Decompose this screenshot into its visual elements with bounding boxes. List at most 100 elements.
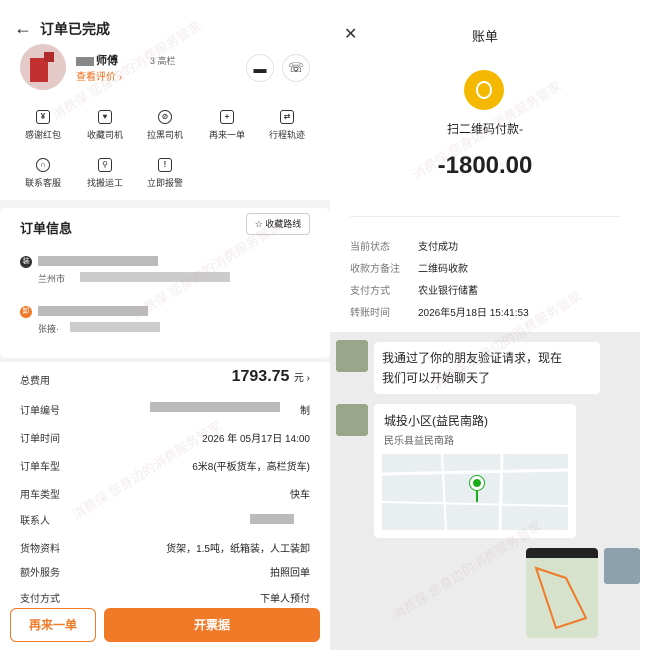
detail-value: 二维码收款 [418,264,468,275]
order-number-mosaic [150,402,280,412]
row-key: 订单车型 [20,462,60,473]
row-key: 订单时间 [20,434,60,445]
detail-value: 农业银行储蓄 [418,286,478,297]
location-title: 城投小区(益民南路) [384,414,488,428]
driver-name-row: 师傅 [76,52,118,68]
redpacket-icon: ¥ [36,110,50,124]
payment-medal-icon [464,70,504,110]
detail-value: 2026年5月18日 15:41:53 [418,308,529,319]
action-label: 找搬运工 [86,178,123,188]
porter-icon: ⚲ [98,158,112,172]
message-line: 我通过了你的朋友验证请求，现在 [382,351,563,365]
end-detail-mosaic [70,322,160,332]
favorite-route-button[interactable]: ☆ 收藏路线 [246,213,310,235]
row-value: 6米8(平板货车，高栏货车) [192,462,310,473]
action-label: 行程轨迹 [268,130,305,140]
route-icon: ⇄ [280,110,294,124]
row-value: 拍照回单 [270,568,310,579]
map-pin-stem [476,490,478,502]
action-find-porter[interactable]: ⚲ 找搬运工 [74,158,136,189]
headset-icon: ∩ [36,158,50,172]
start-address-mosaic [38,256,158,266]
page-title: 订单已完成 [40,21,110,37]
action-route-track[interactable]: ⇄ 行程轨迹 [256,110,318,141]
sender-avatar[interactable] [604,548,640,584]
block-icon: ⊘ [158,110,172,124]
order-detail-panel: ← 订单已完成 师傅 3 高栏 查看评价 › ▬ ☏ ¥ 感谢红包 ♥ 收藏司机 ⊘… [0,0,330,650]
map-pin-icon [470,476,484,490]
view-review-link[interactable]: 查看评价 › [76,68,122,83]
row-value: 下单人预付 [260,594,310,605]
row-value: 快车 [290,490,310,501]
row-value: 2026 年 05月17日 14:00 [202,434,310,445]
start-city: 兰州市 [38,274,66,284]
bookmark-icon: ♥ [98,110,112,124]
detail-key: 收款方备注 [350,264,400,275]
bill-panel: ✕ 账单 扫二维码付款- -1800.00 当前状态 支付成功 收款方备注 二维码收… [330,0,650,650]
contact-avatar[interactable] [336,404,368,436]
bill-title: 账单 [471,29,498,44]
phone-icon[interactable]: ☏ [282,54,310,82]
end-name: 张掖· [38,324,59,334]
action-label: 拉黑司机 [146,130,183,140]
chat-message-bubble[interactable]: 我通过了你的朋友验证请求，现在 我们可以开始聊天了 [374,342,600,394]
bill-amount: -1800.00 [437,152,533,179]
message-line: 我们可以开始聊天了 [382,371,491,385]
divider [350,216,620,217]
action-alarm[interactable]: ! 立即报警 [134,158,196,189]
detail-row: 支付方式 农业银行储蓄 [350,282,478,297]
order-info-title: 订单信息 [20,221,73,236]
row-key: 额外服务 [20,568,60,579]
row-value[interactable]: 制 [300,402,310,417]
action-label: 立即报警 [146,178,183,188]
total-value: 1793.75 [231,368,290,385]
row-key: 支付方式 [20,594,60,605]
payee: 扫二维码付款- [447,122,523,136]
map-screenshot [526,548,598,630]
invoice-button[interactable]: 开票据 [104,608,320,642]
screenshot-composite: ← 订单已完成 师傅 3 高栏 查看评价 › ▬ ☏ ¥ 感谢红包 ♥ 收藏司机 ⊘… [0,0,650,650]
action-thanks-redpacket[interactable]: ¥ 感谢红包 [12,110,74,141]
action-customer-service[interactable]: ∩ 联系客服 [12,158,74,189]
action-block-driver[interactable]: ⊘ 拉黑司机 [134,110,196,141]
detail-key: 支付方式 [350,286,390,297]
row-key: 订单编号 [20,406,60,417]
total-unit: 元 › [293,373,310,384]
start-detail-mosaic [80,272,230,282]
driver-name: 师傅 [96,55,118,67]
back-arrow-icon[interactable]: ← [14,18,32,39]
action-label: 收藏司机 [86,130,123,140]
contact-mosaic [250,514,294,524]
plus-icon: + [220,110,234,124]
detail-row: 收款方备注 二维码收款 [350,260,468,275]
detail-row: 转账时间 2026年5月18日 15:41:53 [350,304,529,319]
end-address-mosaic [38,306,148,316]
detail-row: 当前状态 支付成功 [350,238,458,253]
location-address: 民乐县益民南路 [384,436,454,447]
driver-avatar[interactable] [20,44,66,90]
end-dot-icon: 卸 [20,306,32,318]
total-fee[interactable]: 1793.75 元 › [232,368,310,386]
alarm-icon: ! [158,158,172,172]
action-favorite-driver[interactable]: ♥ 收藏司机 [74,110,136,141]
image-message-thumbnail[interactable] [526,548,598,638]
detail-value: 支付成功 [418,242,458,253]
map-thumbnail [382,454,568,530]
message-icon[interactable]: ▬ [246,54,274,82]
row-key: 货物资料 [20,544,60,555]
action-label: 感谢红包 [24,130,61,140]
row-value: 货架，1.5吨，纸箱装，人工装卸 [166,544,310,555]
contact-avatar[interactable] [336,340,368,372]
row-key: 联系人 [20,516,50,527]
action-label: 再来一单 [208,130,245,140]
map-roads [382,454,568,530]
action-order-again[interactable]: + 再来一单 [196,110,258,141]
order-again-button[interactable]: 再来一单 [10,608,96,642]
start-dot-icon: 装 [20,256,32,268]
driver-tag: 3 高栏 [150,56,176,66]
action-label: 联系客服 [24,178,61,188]
row-key: 用车类型 [20,490,60,501]
detail-key: 转账时间 [350,308,390,319]
detail-key: 当前状态 [350,242,390,253]
total-label: 总费用 [20,376,50,387]
